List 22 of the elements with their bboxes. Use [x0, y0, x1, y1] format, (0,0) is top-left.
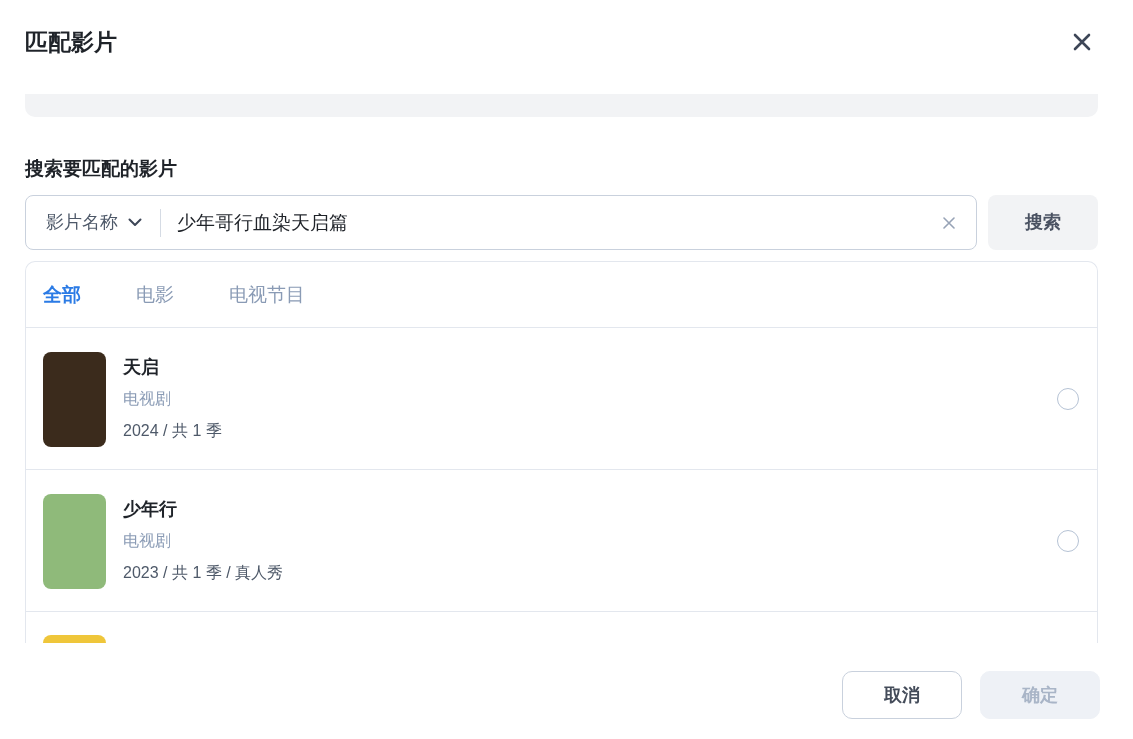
result-type: 电视剧: [123, 531, 172, 551]
search-field[interactable]: 影片名称 少年哥行血染天启篇: [25, 195, 977, 250]
close-icon[interactable]: [1072, 32, 1092, 52]
clear-icon[interactable]: [943, 216, 955, 229]
result-title: 天启: [123, 356, 160, 379]
result-row[interactable]: 少年行 电视剧 2023 / 共 1 季 / 真人秀: [26, 470, 1097, 612]
search-input[interactable]: 少年哥行血染天启篇: [177, 205, 933, 240]
chevron-down-icon: [128, 218, 142, 227]
result-title: 少年行: [123, 498, 178, 521]
result-type: 电视剧: [123, 389, 172, 409]
result-row[interactable]: 天启 电视剧 2024 / 共 1 季: [26, 328, 1097, 470]
cancel-button[interactable]: 取消: [842, 671, 962, 719]
radio-button[interactable]: [1057, 530, 1079, 552]
dialog-title: 匹配影片: [25, 28, 117, 57]
result-meta: 2023 / 共 1 季 / 真人秀: [123, 563, 285, 583]
radio-button[interactable]: [1057, 388, 1079, 410]
result-meta: 2024 / 共 1 季: [123, 421, 223, 441]
section-label: 搜索要匹配的影片: [25, 157, 178, 181]
search-button[interactable]: 搜索: [988, 195, 1098, 250]
tab[interactable]: 全部: [43, 281, 81, 308]
field-type-dropdown[interactable]: 影片名称: [46, 205, 142, 240]
poster-placeholder: [43, 635, 106, 643]
